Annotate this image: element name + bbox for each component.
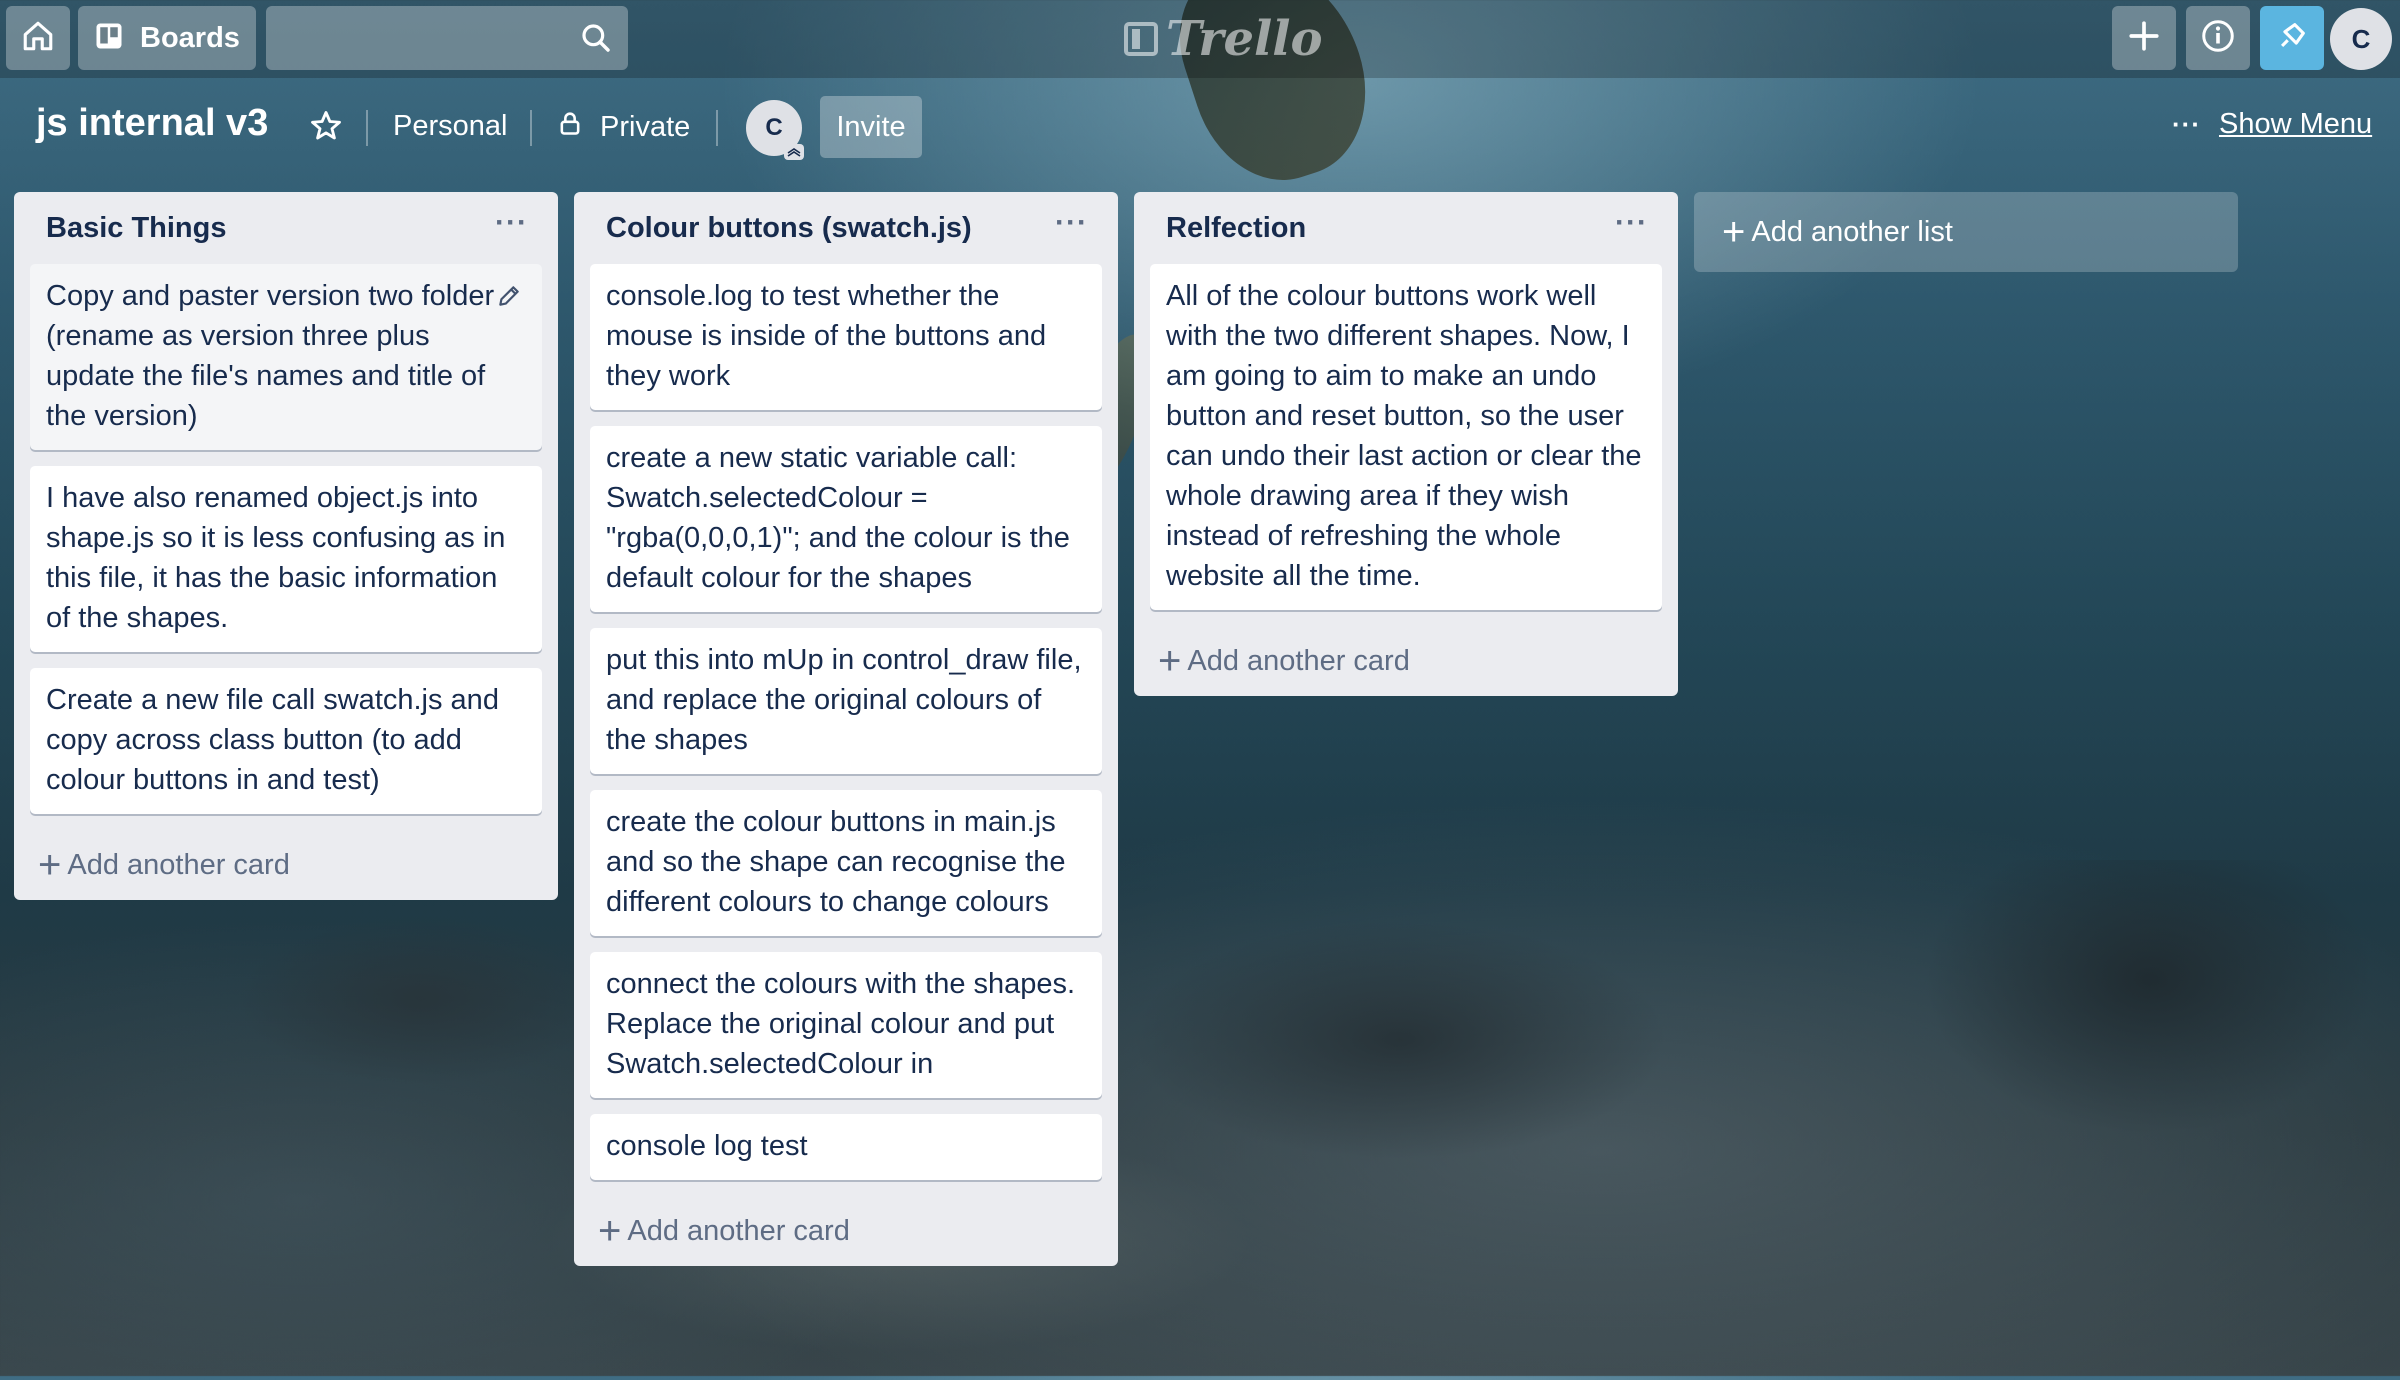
info-button[interactable] bbox=[2186, 6, 2250, 70]
card[interactable]: connect the colours with the shapes. Rep… bbox=[590, 952, 1102, 1098]
card[interactable]: put this into mUp in control_draw file, … bbox=[590, 628, 1102, 774]
add-card-button[interactable]: + Add another card bbox=[590, 1196, 1102, 1266]
plus-icon: + bbox=[1722, 210, 1746, 254]
notifications-button[interactable] bbox=[2260, 6, 2324, 70]
plus-icon: + bbox=[598, 1209, 622, 1253]
home-button[interactable] bbox=[6, 6, 70, 70]
notification-icon bbox=[2275, 19, 2309, 58]
divider bbox=[716, 110, 718, 146]
search-box[interactable] bbox=[266, 6, 628, 70]
add-list-button[interactable]: + Add another list bbox=[1694, 192, 2238, 272]
team-button[interactable]: Personal bbox=[393, 110, 507, 143]
card-text: Create a new file call swatch.js and cop… bbox=[46, 684, 499, 796]
card-text: create the colour buttons in main.js and… bbox=[606, 806, 1066, 918]
divider bbox=[530, 110, 532, 146]
more-icon: ··· bbox=[2172, 109, 2201, 139]
list-title[interactable]: Basic Things bbox=[46, 212, 227, 245]
list-colour-buttons: Colour buttons (swatch.js) ··· console.l… bbox=[574, 192, 1118, 1266]
card[interactable]: All of the colour buttons work well with… bbox=[1150, 264, 1662, 610]
pencil-icon[interactable] bbox=[496, 280, 522, 320]
search-icon[interactable] bbox=[580, 22, 612, 59]
add-card-label: Add another card bbox=[627, 1214, 850, 1247]
card-text: console.log to test whether the mouse is… bbox=[606, 280, 1047, 392]
card[interactable]: console.log to test whether the mouse is… bbox=[590, 264, 1102, 410]
plus-icon bbox=[2127, 19, 2161, 58]
top-header: Boards Trello C bbox=[0, 0, 2400, 78]
card-text: create a new static variable call: Swatc… bbox=[606, 442, 1070, 594]
visibility-label: Private bbox=[600, 110, 691, 143]
list-header: Colour buttons (swatch.js) ··· bbox=[590, 192, 1102, 264]
trello-logo[interactable]: Trello bbox=[1124, 10, 1323, 68]
plus-icon: + bbox=[38, 843, 62, 887]
divider bbox=[366, 110, 368, 146]
invite-button[interactable]: Invite bbox=[820, 96, 922, 158]
board-title[interactable]: js internal v3 bbox=[36, 102, 268, 145]
admin-badge-icon bbox=[784, 144, 804, 160]
show-menu-label: Show Menu bbox=[2218, 108, 2373, 140]
user-avatar[interactable]: C bbox=[2330, 8, 2392, 70]
card[interactable]: create the colour buttons in main.js and… bbox=[590, 790, 1102, 936]
list-header: Basic Things ··· bbox=[30, 192, 542, 264]
card[interactable]: I have also renamed object.js into shape… bbox=[30, 466, 542, 652]
member-avatar[interactable]: C bbox=[746, 100, 804, 160]
card[interactable]: Copy and paster version two folder (rena… bbox=[30, 264, 542, 450]
search-input[interactable] bbox=[266, 6, 566, 70]
boards-button[interactable]: Boards bbox=[78, 6, 256, 70]
list-basic-things: Basic Things ··· Copy and paster version… bbox=[14, 192, 558, 900]
add-card-label: Add another card bbox=[67, 848, 290, 881]
star-button[interactable] bbox=[308, 108, 348, 148]
member-initial: C bbox=[765, 114, 783, 141]
plus-icon: + bbox=[1158, 639, 1182, 683]
trello-logo-text: Trello bbox=[1166, 11, 1323, 67]
list-header: Relfection ··· bbox=[1150, 192, 1662, 264]
card[interactable]: create a new static variable call: Swatc… bbox=[590, 426, 1102, 612]
show-menu-button[interactable]: ··· Show Menu bbox=[2172, 108, 2372, 141]
star-icon bbox=[308, 111, 344, 148]
list-menu-icon[interactable]: ··· bbox=[1055, 206, 1088, 240]
boards-icon bbox=[94, 21, 124, 56]
card-text: put this into mUp in control_draw file, … bbox=[606, 644, 1082, 756]
card[interactable]: console log test bbox=[590, 1114, 1102, 1180]
visibility-button[interactable]: Private bbox=[556, 108, 690, 146]
info-icon bbox=[2200, 18, 2236, 59]
list-title[interactable]: Colour buttons (swatch.js) bbox=[606, 212, 972, 245]
list-menu-icon[interactable]: ··· bbox=[1615, 206, 1648, 240]
create-button[interactable] bbox=[2112, 6, 2176, 70]
add-card-label: Add another card bbox=[1187, 644, 1410, 677]
card-text: I have also renamed object.js into shape… bbox=[46, 482, 506, 634]
trello-logo-icon bbox=[1124, 22, 1158, 56]
list-relfection: Relfection ··· All of the colour buttons… bbox=[1134, 192, 1678, 696]
boards-label: Boards bbox=[140, 21, 240, 54]
add-list-label: Add another list bbox=[1751, 215, 1953, 248]
home-icon bbox=[21, 19, 55, 58]
background-reef bbox=[0, 860, 2400, 1380]
add-card-button[interactable]: + Add another card bbox=[1150, 626, 1662, 696]
card-text: Copy and paster version two folder (rena… bbox=[46, 280, 495, 432]
card-text: connect the colours with the shapes. Rep… bbox=[606, 968, 1076, 1080]
add-card-button[interactable]: + Add another card bbox=[30, 830, 542, 900]
card-text: All of the colour buttons work well with… bbox=[1166, 280, 1642, 592]
list-title[interactable]: Relfection bbox=[1166, 212, 1306, 245]
card[interactable]: Create a new file call swatch.js and cop… bbox=[30, 668, 542, 814]
card-text: console log test bbox=[606, 1130, 808, 1162]
list-menu-icon[interactable]: ··· bbox=[495, 206, 528, 240]
lock-icon bbox=[556, 108, 584, 146]
